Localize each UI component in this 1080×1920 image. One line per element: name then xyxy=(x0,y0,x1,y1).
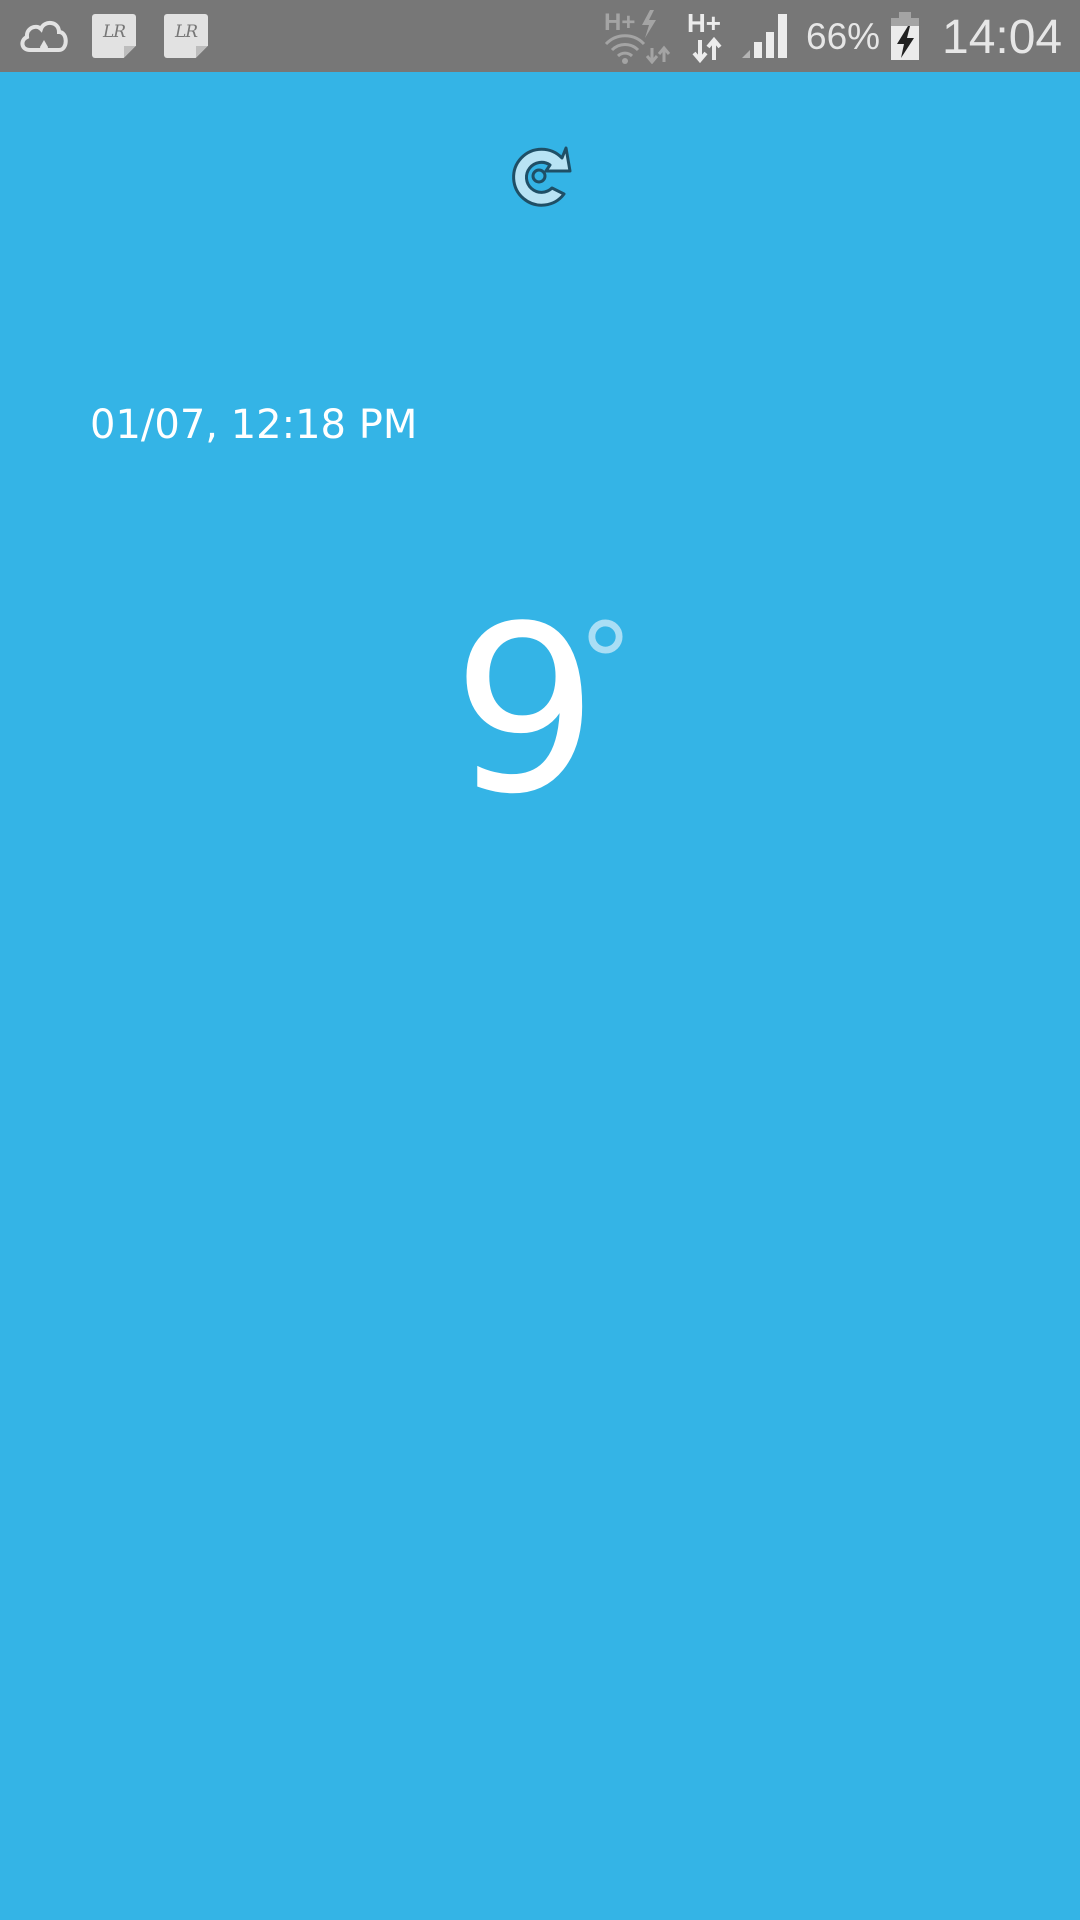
svg-text:H+: H+ xyxy=(687,8,721,38)
refresh-icon xyxy=(512,146,572,207)
svg-text:H+: H+ xyxy=(604,9,635,36)
weather-screen: 01/07, 12:18 PM 9 ° xyxy=(0,72,1080,1920)
lr-notification-icon: LR xyxy=(164,14,208,58)
clock: 14:04 xyxy=(942,11,1063,64)
last-updated-time: 01/07, 12:18 PM xyxy=(90,402,418,448)
temperature-value: 9 xyxy=(452,578,599,845)
status-bar: LR LR H+ H+ 66% 14:04 xyxy=(0,0,1080,72)
battery-charging-icon xyxy=(891,12,919,60)
signal-icon xyxy=(742,14,787,58)
lr-notification-icon: LR xyxy=(92,14,136,58)
wifi-hplus-icon: H+ xyxy=(604,9,671,64)
hplus-data-icon: H+ xyxy=(687,8,722,64)
refresh-button[interactable] xyxy=(502,138,578,214)
degree-symbol: ° xyxy=(578,599,633,727)
battery-percent: 66% xyxy=(806,16,881,57)
cloud-icon xyxy=(20,21,68,52)
